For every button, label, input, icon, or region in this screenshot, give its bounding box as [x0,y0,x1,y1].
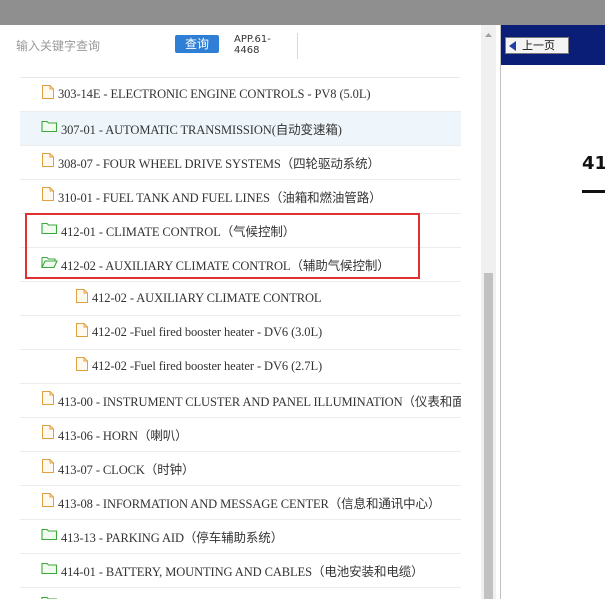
toolbar-divider [297,33,298,59]
tree-item[interactable]: 413-07 - CLOCK（时钟） [20,452,461,486]
query-button[interactable]: 查询 [175,35,219,53]
tree-item-label: 303-14E - ELECTRONIC ENGINE CONTROLS - P… [58,87,371,101]
tree-item[interactable]: 413-08 - INFORMATION AND MESSAGE CENTER（… [20,486,461,520]
tree-item[interactable]: 308-07 - FOUR WHEEL DRIVE SYSTEMS（四轮驱动系统… [20,146,461,180]
tree-item-label: 310-01 - FUEL TANK AND FUEL LINES（油箱和燃油管… [58,191,382,205]
file-icon [41,492,55,513]
document-viewer: 上一页 412 [500,25,605,599]
tree-item-label: 414-01 - BATTERY, MOUNTING AND CABLES（电池… [61,565,424,579]
file-icon [41,390,55,411]
document-number: 412 [582,153,605,174]
tree-item-label: 413-08 - INFORMATION AND MESSAGE CENTER（… [58,497,441,511]
file-icon [75,356,89,377]
tree-item[interactable] [20,588,461,599]
folder-icon [41,527,58,546]
top-bar [0,0,605,25]
tree-item-label: 413-07 - CLOCK（时钟） [58,463,195,477]
tree-item[interactable]: 412-02 - AUXILIARY CLIMATE CONTROL（辅助气候控… [20,248,461,282]
file-icon [41,152,55,173]
prev-page-label: 上一页 [522,39,555,52]
tree-item-label: 413-13 - PARKING AID（停车辅助系统） [61,531,284,545]
tree-item[interactable]: 413-13 - PARKING AID（停车辅助系统） [20,520,461,554]
folder-icon [41,595,58,599]
folder-open-icon [41,255,58,274]
viewer-header: 上一页 [501,25,605,65]
tree-item[interactable]: 414-01 - BATTERY, MOUNTING AND CABLES（电池… [20,554,461,588]
tree-item-label: 307-01 - AUTOMATIC TRANSMISSION(自动变速箱) [61,123,342,137]
tree-item-label: 412-02 -Fuel fired booster heater - DV6 … [92,325,323,339]
file-icon [75,288,89,309]
catalog-tree: 303-14E - ELECTRONIC ENGINE CONTROLS - P… [20,78,461,599]
file-icon [41,84,55,105]
scroll-up-arrow-icon[interactable] [484,30,493,40]
file-icon [75,322,89,343]
folder-icon [41,119,58,138]
tree-item[interactable]: 307-01 - AUTOMATIC TRANSMISSION(自动变速箱) [20,112,461,146]
tree-item[interactable]: 412-02 - AUXILIARY CLIMATE CONTROL [20,282,461,316]
file-icon [41,424,55,445]
folder-icon [41,221,58,240]
scrollbar-thumb[interactable] [484,273,493,599]
tree-item[interactable]: 413-00 - INSTRUMENT CLUSTER AND PANEL IL… [20,384,461,418]
tree-item-label: 308-07 - FOUR WHEEL DRIVE SYSTEMS（四轮驱动系统… [58,157,380,171]
file-icon [41,186,55,207]
app-code-label: APP.61-4468 [234,34,271,56]
prev-page-button[interactable]: 上一页 [505,37,569,54]
tree-item-label: 413-00 - INSTRUMENT CLUSTER AND PANEL IL… [58,395,461,409]
tree-item-label: 412-02 -Fuel fired booster heater - DV6 … [92,359,323,373]
left-arrow-icon [509,41,516,51]
tree-item-label: 413-06 - HORN（喇叭） [58,429,188,443]
document-title-rule [582,190,605,193]
tree-item-label: 412-02 - AUXILIARY CLIMATE CONTROL（辅助气候控… [61,259,390,273]
tree-item-label: 412-01 - CLIMATE CONTROL（气候控制） [61,225,296,239]
tree-item[interactable]: 303-14E - ELECTRONIC ENGINE CONTROLS - P… [20,78,461,112]
tree-item-label: 412-02 - AUXILIARY CLIMATE CONTROL [92,291,322,305]
tree-item[interactable]: 412-01 - CLIMATE CONTROL（气候控制） [20,214,461,248]
tree-item[interactable]: 413-06 - HORN（喇叭） [20,418,461,452]
search-row: 查询 APP.61-4468 [0,25,480,73]
tree-item[interactable]: 412-02 -Fuel fired booster heater - DV6 … [20,316,461,350]
folder-icon [41,561,58,580]
search-input[interactable] [16,35,166,57]
file-icon [41,458,55,479]
catalog-panel: 查询 APP.61-4468 303-14E - ELECTRONIC ENGI… [0,25,500,599]
tree-item[interactable]: 310-01 - FUEL TANK AND FUEL LINES（油箱和燃油管… [20,180,461,214]
tree-item[interactable]: 412-02 -Fuel fired booster heater - DV6 … [20,350,461,384]
